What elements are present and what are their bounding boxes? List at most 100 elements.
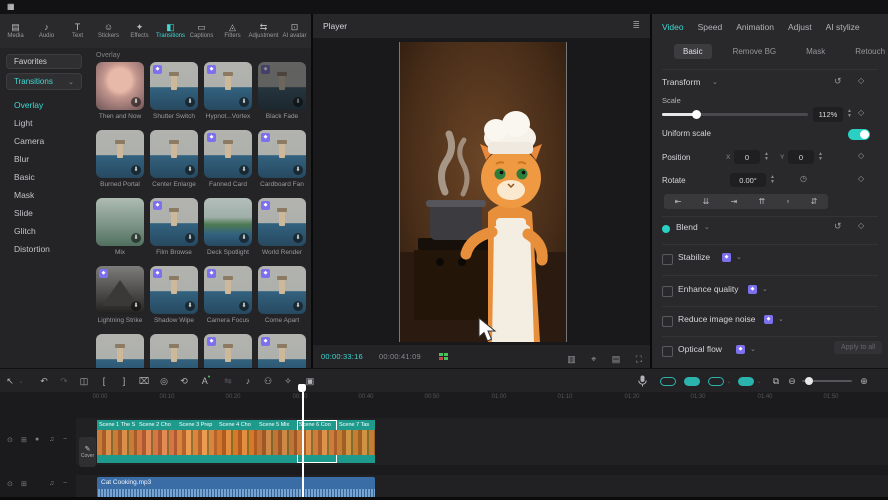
keyframe-blend-icon[interactable]: ◇ — [858, 221, 864, 230]
edit-cover-button[interactable]: ✎ Cover — [79, 437, 96, 467]
extract-audio-icon[interactable]: ♪ — [240, 369, 256, 393]
nav-adjustment[interactable]: ⇆Adjustment — [248, 14, 279, 48]
chevron-down-icon[interactable]: ⌄ — [754, 369, 764, 393]
nav-captions[interactable]: ▭Captions — [186, 14, 217, 48]
zoom-out-icon[interactable]: ⊖ — [784, 369, 800, 393]
keyframe-transform-icon[interactable]: ◇ — [858, 76, 864, 85]
uniform-scale-toggle[interactable] — [848, 129, 870, 140]
download-icon[interactable]: ⬇ — [131, 97, 141, 107]
collapse-track-icon[interactable]: − — [63, 436, 67, 443]
tab-adjust[interactable]: Adjust — [788, 22, 812, 32]
download-icon[interactable]: ⬇ — [293, 301, 303, 311]
snap-toggle[interactable] — [660, 377, 676, 386]
tab-video[interactable]: Video — [662, 22, 684, 32]
undo-icon[interactable]: ↶ — [36, 369, 52, 393]
reset-transform-icon[interactable]: ↺ — [834, 76, 842, 87]
track-toggle-icon[interactable]: ⊙ — [7, 480, 13, 488]
sidebar-item-overlay[interactable]: Overlay — [14, 100, 43, 110]
align-center-icon[interactable]: ▫ — [787, 197, 790, 206]
split-icon[interactable]: ◫ — [76, 369, 92, 393]
align-top-icon[interactable]: ⇈ — [759, 197, 766, 206]
transition-item[interactable]: ◆⬇ Come Apart — [258, 266, 306, 324]
timeline-zoom-thumb[interactable] — [805, 377, 813, 385]
download-icon[interactable]: ⬇ — [185, 233, 195, 243]
stabilize-checkbox[interactable] — [662, 254, 673, 265]
link-preview-toggle[interactable] — [684, 377, 700, 386]
blend-label[interactable]: Blend — [676, 222, 698, 232]
video-preview[interactable] — [399, 42, 567, 342]
nav-filters[interactable]: ◬Filters — [217, 14, 248, 48]
transition-item[interactable]: ◆⬇ World Render — [258, 198, 306, 256]
sidebar-item-mask[interactable]: Mask — [14, 190, 34, 200]
transform-title[interactable]: Transform — [662, 77, 700, 87]
mirror-icon[interactable]: ⇋ — [220, 369, 236, 393]
beauty-tool-icon[interactable]: ✧ — [280, 369, 296, 393]
scale-value-field[interactable]: 112% — [813, 107, 843, 122]
zoom-in-icon[interactable]: ⊕ — [856, 369, 872, 393]
download-icon[interactable]: ⬇ — [293, 97, 303, 107]
transition-item[interactable]: ◆⬇ Hypnot...Vortex — [204, 62, 252, 120]
download-icon[interactable]: ⬇ — [131, 233, 141, 243]
auto-scroll-toggle[interactable] — [708, 377, 724, 386]
tab-animation[interactable]: Animation — [736, 22, 774, 32]
adjust-view-icon[interactable]: ⧉ — [768, 369, 784, 393]
timeline-clip-scene-2[interactable]: Scene 2 Cho — [137, 420, 177, 463]
app-logo-icon[interactable]: ▦ — [7, 2, 15, 11]
reverse-icon[interactable]: ⟲ — [176, 369, 192, 393]
fit-canvas-icon[interactable]: ⌖ — [591, 354, 596, 364]
transition-item[interactable]: ◆⬇ Camera Focus — [204, 266, 252, 324]
subtab-basic[interactable]: Basic — [674, 44, 712, 59]
chevron-down-icon[interactable]: ⌄ — [704, 223, 710, 231]
timeline-clip-scene-5[interactable]: Scene 5 Mix — [257, 420, 297, 463]
audio-clip[interactable]: Cat Cooking.mp3 — [97, 477, 375, 498]
transition-item[interactable]: ⬇ Then and Now — [96, 62, 144, 120]
audio-wave-toggle[interactable] — [738, 377, 754, 386]
transition-item[interactable]: ◆⬇ Cardboard Fan — [258, 130, 306, 188]
nav-stickers[interactable]: ☺Stickers — [93, 14, 124, 48]
mute-track-icon[interactable]: ♫ — [49, 436, 54, 443]
sidebar-item-camera[interactable]: Camera — [14, 136, 44, 146]
nav-text[interactable]: TText — [62, 14, 93, 48]
transition-item[interactable]: ◆⬇ — [258, 334, 306, 368]
transition-item[interactable]: ⬇ Mix — [96, 198, 144, 256]
keyframe-scale-icon[interactable]: ◇ — [858, 108, 864, 117]
apply-to-all-button[interactable]: Apply to all — [834, 341, 882, 354]
favorites-button[interactable]: Favorites — [6, 54, 82, 69]
download-icon[interactable]: ⬇ — [131, 165, 141, 175]
sidebar-item-glitch[interactable]: Glitch — [14, 226, 36, 236]
lock-icon[interactable]: ⊞ — [21, 480, 27, 488]
transition-item[interactable]: ⬇ Burned Portal — [96, 130, 144, 188]
sidebar-item-blur[interactable]: Blur — [14, 154, 29, 164]
download-icon[interactable]: ⬇ — [239, 301, 249, 311]
transition-item[interactable]: ◆⬇ — [204, 334, 252, 368]
sidebar-item-basic[interactable]: Basic — [14, 172, 35, 182]
transition-item[interactable]: ◆⬇ Black Fade — [258, 62, 306, 120]
avatar-tool-icon[interactable]: ⚇ — [260, 369, 276, 393]
transition-item[interactable]: ⬇ — [96, 334, 144, 368]
keyframe-rotate-icon[interactable]: ◇ — [858, 174, 864, 183]
position-y-field[interactable]: 0 — [788, 150, 814, 164]
blend-enabled-dot[interactable] — [662, 225, 670, 233]
download-icon[interactable]: ⬇ — [131, 301, 141, 311]
align-middle-icon[interactable]: ⇵ — [811, 197, 818, 206]
transition-item[interactable]: ⬇ Center Enlarge — [150, 130, 198, 188]
align-right-icon[interactable]: ⇥ — [731, 197, 738, 206]
position-y-stepper[interactable]: ▲▼ — [816, 152, 825, 162]
timeline-clip-scene-4[interactable]: Scene 4 Cho — [217, 420, 257, 463]
quality-icon[interactable]: ▤ — [612, 354, 621, 364]
redo-icon[interactable]: ↷ — [56, 369, 72, 393]
sidebar-item-light[interactable]: Light — [14, 118, 32, 128]
position-x-field[interactable]: 0 — [734, 150, 760, 164]
enhance-quality-checkbox[interactable] — [662, 286, 673, 297]
subtab-mask[interactable]: Mask — [797, 44, 834, 59]
select-tool-caret-icon[interactable]: ⌄ — [16, 369, 26, 393]
record-dot-icon[interactable]: ● — [35, 436, 39, 443]
chevron-down-icon[interactable]: ⌄ — [778, 315, 784, 323]
download-icon[interactable]: ⬇ — [239, 233, 249, 243]
chevron-down-icon[interactable]: ⌄ — [712, 78, 718, 86]
transition-item[interactable]: ◆⬇ Fanned Card — [204, 130, 252, 188]
sidebar-item-slide[interactable]: Slide — [14, 208, 33, 218]
scale-stepper[interactable]: ▲▼ — [845, 109, 854, 119]
download-icon[interactable]: ⬇ — [239, 165, 249, 175]
transition-item[interactable]: ◆⬇ Lightning Strike — [96, 266, 144, 324]
